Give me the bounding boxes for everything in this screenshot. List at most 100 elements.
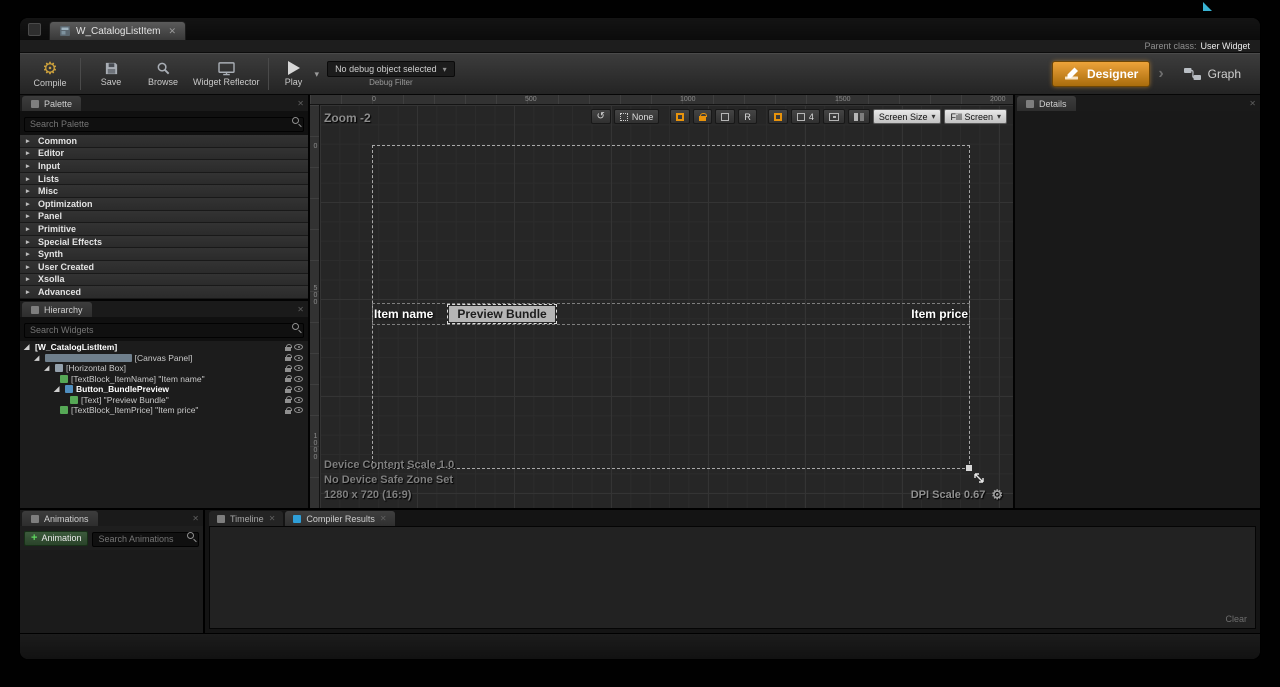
lock-icon[interactable] xyxy=(285,357,291,361)
play-options-caret-icon[interactable]: ▾ xyxy=(315,69,320,80)
palette-category-optimization[interactable]: ▸Optimization xyxy=(20,198,308,211)
hierarchy-search-input[interactable] xyxy=(24,323,304,338)
palette-category-xsolla[interactable]: ▸Xsolla xyxy=(20,274,308,287)
tab-close-icon[interactable]: ✕ xyxy=(168,26,176,37)
tree-row-canvas-panel[interactable]: ◢ [Canvas Panel] xyxy=(20,353,308,364)
visibility-icon[interactable] xyxy=(294,376,303,382)
grid-snap-size-button[interactable]: 4 xyxy=(791,109,820,124)
animations-tab[interactable]: Animations xyxy=(22,511,98,526)
save-button[interactable]: Save xyxy=(89,55,133,93)
expander-icon[interactable]: ◢ xyxy=(54,385,62,393)
lock-icon[interactable] xyxy=(285,389,291,393)
hierarchy-tab[interactable]: Hierarchy xyxy=(22,302,92,317)
palette-category-special-effects[interactable]: ▸Special Effects xyxy=(20,236,308,249)
lock-icon[interactable] xyxy=(285,399,291,403)
designer-canvas[interactable]: 0 500 1000 Item name Preview Bundle Item… xyxy=(310,105,1013,508)
lock-icon[interactable] xyxy=(285,378,291,382)
canvas-preview-bundle-button[interactable]: Preview Bundle xyxy=(449,306,554,322)
zoom-to-fit-button[interactable] xyxy=(823,109,845,124)
canvas-item-name-text[interactable]: Item name xyxy=(374,307,433,321)
expander-icon[interactable]: ▸ xyxy=(26,250,33,258)
expander-icon[interactable]: ◢ xyxy=(34,354,42,362)
details-tab[interactable]: Details xyxy=(1017,96,1076,111)
palette-category-lists[interactable]: ▸Lists xyxy=(20,173,308,186)
widget-canvas-bounds[interactable]: Item name Preview Bundle Item price xyxy=(372,145,970,469)
horizontal-box-outline[interactable]: Item name Preview Bundle Item price xyxy=(372,303,970,325)
tree-row-button-bundlepreview[interactable]: ◢ Button_BundlePreview xyxy=(20,384,308,395)
play-button[interactable]: Play xyxy=(277,61,311,87)
lock-icon[interactable] xyxy=(285,368,291,372)
lock-icon[interactable] xyxy=(285,410,291,414)
visibility-icon[interactable] xyxy=(294,407,303,413)
dpi-settings-gear-icon[interactable]: ⚙ xyxy=(991,487,1003,503)
asset-tab[interactable]: W_CatalogListItem ✕ xyxy=(49,21,186,40)
preview-flip-button[interactable] xyxy=(848,109,870,124)
expander-icon[interactable]: ▸ xyxy=(26,225,33,233)
tree-row-text-previewbundle[interactable]: [Text] "Preview Bundle" xyxy=(20,395,308,406)
widget-reflector-button[interactable]: Widget Reflector xyxy=(193,55,260,93)
canvas-grid[interactable]: Item name Preview Bundle Item price xyxy=(320,105,1013,508)
browse-button[interactable]: Browse xyxy=(141,55,185,93)
visibility-icon[interactable] xyxy=(294,397,303,403)
palette-category-primitive[interactable]: ▸Primitive xyxy=(20,223,308,236)
visibility-icon[interactable] xyxy=(294,386,303,392)
panel-close-icon[interactable]: ✕ xyxy=(297,99,304,111)
tree-row-root[interactable]: ◢ [W_CatalogListItem] xyxy=(20,342,308,353)
animations-list[interactable] xyxy=(20,550,203,633)
resize-handle[interactable] xyxy=(966,465,972,471)
expander-icon[interactable]: ▸ xyxy=(26,275,33,283)
expander-icon[interactable]: ▸ xyxy=(26,187,33,195)
expander-icon[interactable]: ▸ xyxy=(26,212,33,220)
palette-tab[interactable]: Palette xyxy=(22,96,81,111)
visibility-icon[interactable] xyxy=(294,355,303,361)
tree-row-textblock-itemname[interactable]: [TextBlock_ItemName] "Item name" xyxy=(20,374,308,385)
expander-icon[interactable]: ▸ xyxy=(26,175,33,183)
palette-category-synth[interactable]: ▸Synth xyxy=(20,248,308,261)
canvas-item-price-text[interactable]: Item price xyxy=(911,307,968,321)
anchor-dropdown[interactable]: None xyxy=(614,109,660,124)
tab-close-icon[interactable]: ✕ xyxy=(269,514,276,523)
visibility-icon[interactable] xyxy=(294,344,303,350)
expander-icon[interactable]: ▸ xyxy=(26,200,33,208)
tree-row-textblock-itemprice[interactable]: [TextBlock_ItemPrice] "Item price" xyxy=(20,405,308,416)
palette-category-common[interactable]: ▸Common xyxy=(20,135,308,148)
designer-mode-button[interactable]: Designer xyxy=(1052,61,1150,87)
expander-icon[interactable]: ▸ xyxy=(26,149,33,157)
panel-close-icon[interactable]: ✕ xyxy=(297,305,304,317)
visibility-icon[interactable] xyxy=(294,365,303,371)
localization-preview-button[interactable]: ↺ xyxy=(591,109,611,124)
panel-close-icon[interactable]: ✕ xyxy=(1249,99,1256,111)
animations-search-input[interactable] xyxy=(92,532,199,547)
expander-icon[interactable]: ▸ xyxy=(26,137,33,145)
compiler-results-tab[interactable]: Compiler Results ✕ xyxy=(285,511,394,526)
palette-category-editor[interactable]: ▸Editor xyxy=(20,148,308,161)
expander-icon[interactable]: ◢ xyxy=(24,343,32,351)
compiler-results-output[interactable]: Clear xyxy=(209,526,1256,629)
fill-screen-dropdown[interactable]: Fill Screen ▾ xyxy=(944,109,1007,124)
compile-button[interactable]: ⚙ Compile xyxy=(28,55,72,93)
palette-category-advanced[interactable]: ▸Advanced xyxy=(20,286,308,299)
add-animation-button[interactable]: + Animation xyxy=(24,531,88,546)
tree-row-horizontal-box[interactable]: ◢ [Horizontal Box] xyxy=(20,363,308,374)
debug-object-dropdown[interactable]: No debug object selected ▾ xyxy=(327,61,455,77)
grid-snap-toggle-button[interactable] xyxy=(768,109,788,124)
graph-mode-button[interactable]: Graph xyxy=(1172,61,1252,87)
lock-icon[interactable] xyxy=(285,347,291,351)
window-menu-icon[interactable] xyxy=(28,23,41,36)
expander-icon[interactable]: ▸ xyxy=(26,288,33,296)
expander-icon[interactable]: ▸ xyxy=(26,263,33,271)
clear-log-button[interactable]: Clear xyxy=(1225,614,1247,624)
lock-widgets-button[interactable] xyxy=(693,109,712,124)
palette-category-panel[interactable]: ▸Panel xyxy=(20,211,308,224)
tab-close-icon[interactable]: ✕ xyxy=(380,514,387,523)
timeline-tab[interactable]: Timeline ✕ xyxy=(209,511,283,526)
palette-search-input[interactable] xyxy=(24,117,304,132)
palette-category-user-created[interactable]: ▸User Created xyxy=(20,261,308,274)
expander-icon[interactable]: ▸ xyxy=(26,238,33,246)
palette-category-misc[interactable]: ▸Misc xyxy=(20,185,308,198)
snap-toggle-button[interactable] xyxy=(715,109,735,124)
screen-size-dropdown[interactable]: Screen Size ▾ xyxy=(873,109,942,124)
panel-close-icon[interactable]: ✕ xyxy=(192,514,199,526)
expander-icon[interactable]: ◢ xyxy=(44,364,52,372)
expander-icon[interactable]: ▸ xyxy=(26,162,33,170)
